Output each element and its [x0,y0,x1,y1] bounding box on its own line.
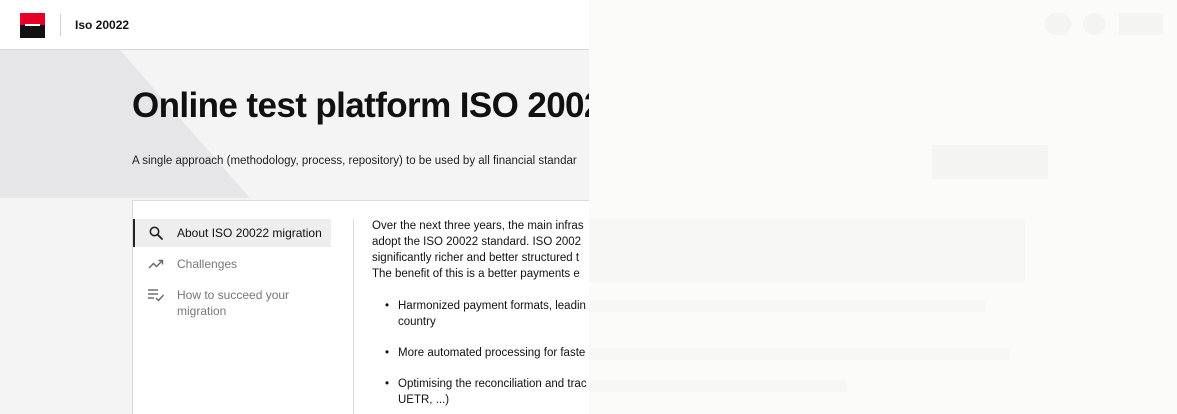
section-nav: About ISO 20022 migration Challenges How… [133,219,331,328]
nav-item-challenges[interactable]: Challenges [133,250,331,278]
faded-block [589,218,1025,282]
checklist-icon [147,287,165,303]
app-title[interactable]: Iso 20022 [75,18,129,32]
nav-item-label: About ISO 20022 migration [177,226,322,240]
header-divider [60,14,61,36]
nav-content-divider [353,219,354,414]
brand-logo[interactable] [20,13,45,38]
nav-item-about[interactable]: About ISO 20022 migration [133,219,331,247]
nav-item-label: Challenges [177,257,238,271]
header-control-placeholder [1045,13,1071,35]
faded-line [589,380,847,392]
header-control-placeholder [1083,13,1105,35]
faded-overlay [589,0,1177,414]
trending-up-icon [147,256,165,272]
nav-item-how-to-succeed[interactable]: How to succeed your migration [133,281,331,325]
faded-line [589,300,985,312]
search-icon [147,225,165,241]
faded-block [932,145,1048,179]
page-title: Online test platform ISO 2002 [132,86,603,125]
faded-line [589,348,1009,360]
header-control-placeholder [1119,13,1163,35]
logo-white-bar [25,24,40,26]
nav-item-label: How to succeed your migration [177,288,290,318]
page-subtitle: A single approach (methodology, process,… [132,155,577,167]
